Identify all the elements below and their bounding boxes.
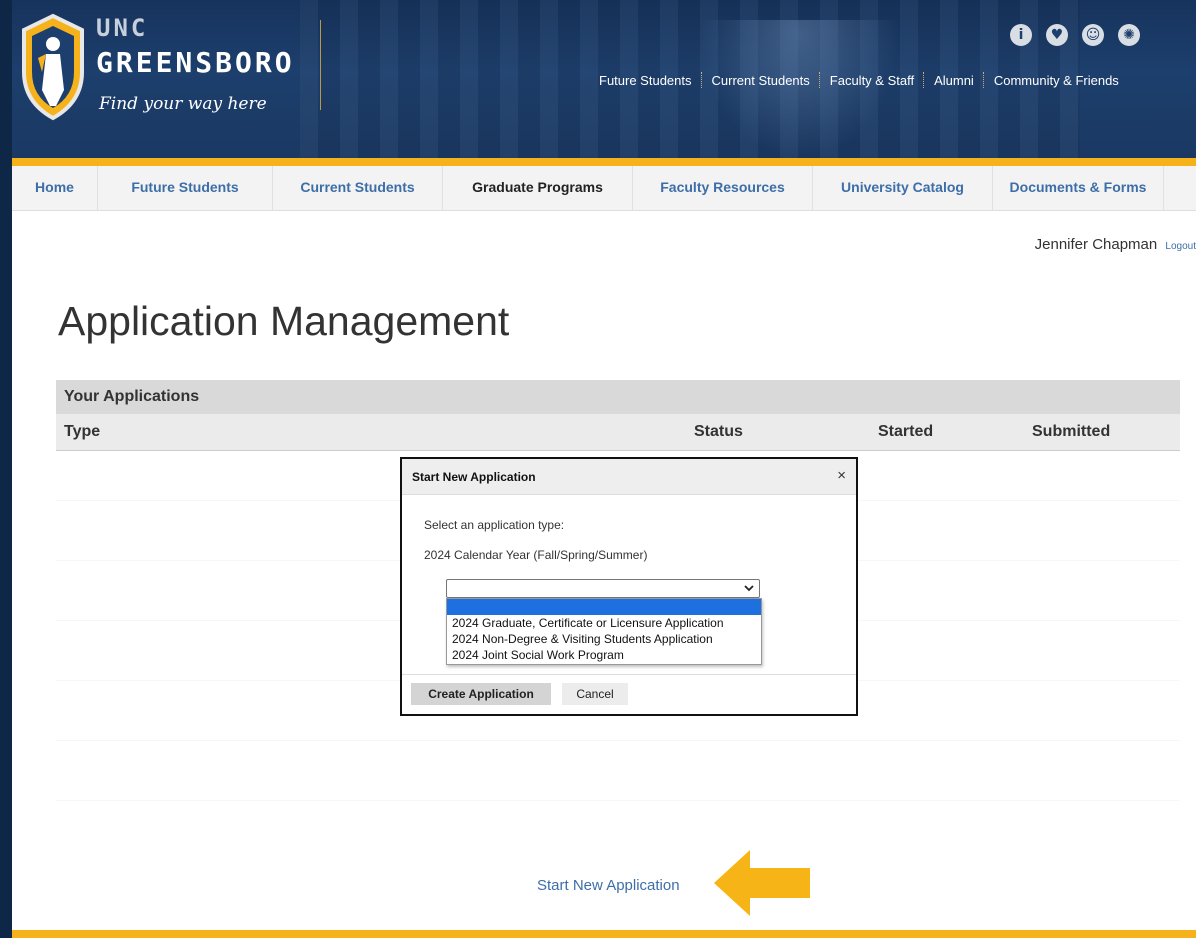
nav-item-current-students[interactable]: Current Students: [273, 166, 443, 210]
page-title: Application Management: [58, 298, 510, 344]
user-info: Jennifer Chapman Logout: [1035, 236, 1196, 253]
close-icon[interactable]: ×: [837, 467, 846, 484]
option-non-degree-visiting[interactable]: 2024 Non-Degree & Visiting Students Appl…: [447, 631, 761, 647]
left-arrow-icon: [714, 850, 810, 916]
heart-hand-icon[interactable]: ♥: [1046, 24, 1068, 46]
create-application-button[interactable]: Create Application: [411, 683, 551, 705]
dialog-footer: Create Application Cancel: [402, 674, 856, 714]
audience-link-current-students[interactable]: Current Students: [703, 73, 819, 88]
dialog-title: Start New Application: [412, 470, 536, 484]
application-type-options: 2024 Graduate, Certificate or Licensure …: [446, 598, 762, 665]
column-header-submitted: Submitted: [1032, 423, 1111, 440]
cancel-button[interactable]: Cancel: [562, 683, 628, 705]
header-gold-bar: [0, 158, 1196, 166]
spartan-shield-logo-icon[interactable]: [20, 10, 86, 122]
left-page-edge: [0, 0, 12, 938]
nav-item-faculty-resources[interactable]: Faculty Resources: [633, 166, 813, 210]
audience-nav: Future Students Current Students Faculty…: [599, 72, 1128, 88]
site-header: UNC GREENSBORO Find your way here i ♥ ☺ …: [0, 0, 1196, 160]
logo-unc-text: UNC: [96, 14, 149, 42]
nav-item-university-catalog[interactable]: University Catalog: [813, 166, 993, 210]
logo-divider: [320, 20, 321, 110]
option-blank-highlighted[interactable]: [447, 599, 761, 615]
option-graduate-certificate-licensure[interactable]: 2024 Graduate, Certificate or Licensure …: [447, 615, 761, 631]
applications-caption: Your Applications: [56, 380, 1180, 414]
column-header-status: Status: [694, 423, 743, 440]
option-joint-social-work[interactable]: 2024 Joint Social Work Program: [447, 647, 761, 663]
nav-item-home[interactable]: Home: [12, 166, 98, 210]
globe-icon[interactable]: ✺: [1118, 24, 1140, 46]
dialog-header: Start New Application ×: [402, 459, 856, 495]
application-type-select[interactable]: [446, 579, 760, 598]
info-icon[interactable]: i: [1010, 24, 1032, 46]
dialog-prompt: Select an application type:: [424, 518, 565, 532]
person-icon[interactable]: ☺: [1082, 24, 1104, 46]
main-nav: Home Future Students Current Students Gr…: [12, 166, 1196, 211]
chevron-down-icon: [744, 585, 754, 592]
applications-table: Your Applications Type Status Started Su…: [56, 380, 1180, 451]
calendar-year-label: 2024 Calendar Year (Fall/Spring/Summer): [424, 548, 648, 562]
applications-header-row: Type Status Started Submitted: [56, 414, 1180, 451]
audience-link-faculty-staff[interactable]: Faculty & Staff: [821, 73, 923, 88]
start-new-application-dialog: Start New Application × Select an applic…: [400, 457, 858, 716]
audience-link-future-students[interactable]: Future Students: [599, 73, 701, 88]
logo-tagline: Find your way here: [99, 94, 267, 114]
nav-item-graduate-programs[interactable]: Graduate Programs: [443, 166, 633, 210]
header-icon-group: i ♥ ☺ ✺: [1010, 24, 1140, 46]
nav-item-documents-forms[interactable]: Documents & Forms: [993, 166, 1164, 210]
user-name: Jennifer Chapman: [1034, 236, 1158, 253]
audience-link-community-friends[interactable]: Community & Friends: [985, 73, 1128, 88]
start-new-application-link[interactable]: Start New Application: [537, 877, 680, 894]
footer-gold-bar: [0, 930, 1196, 938]
logout-link[interactable]: Logout: [1165, 241, 1196, 252]
column-header-type: Type: [64, 423, 101, 440]
audience-link-alumni[interactable]: Alumni: [925, 73, 983, 88]
column-header-started: Started: [878, 423, 934, 440]
nav-item-future-students[interactable]: Future Students: [98, 166, 273, 210]
logo-greensboro-text: GREENSBORO: [96, 46, 295, 79]
